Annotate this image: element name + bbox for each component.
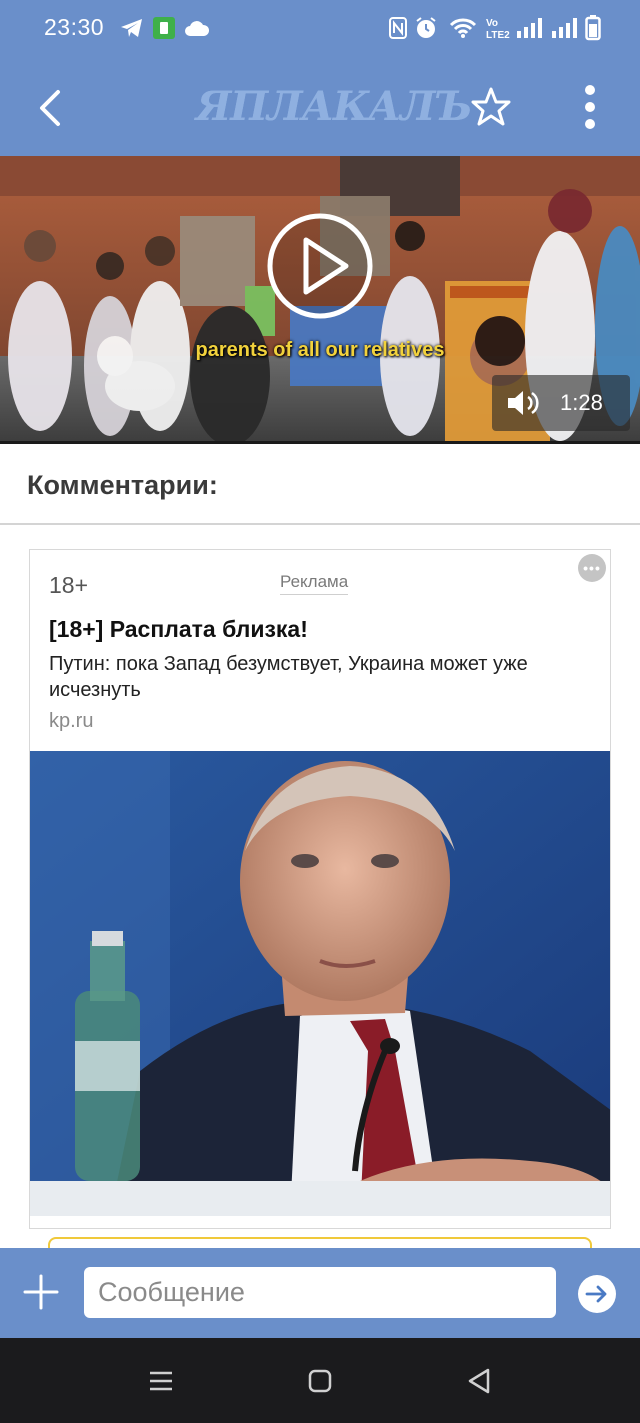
app-header: ЯПЛАКАЛЪ	[0, 58, 640, 156]
system-nav-bar	[0, 1338, 640, 1423]
star-icon[interactable]	[470, 86, 512, 128]
plus-icon[interactable]	[22, 1273, 60, 1311]
video-duration: 1:28	[560, 390, 603, 415]
battery-icon	[585, 12, 601, 44]
status-time: 23:30	[44, 14, 105, 40]
app-notification-icon	[152, 12, 176, 44]
wifi-icon	[449, 12, 477, 44]
ad-domain[interactable]: kp.ru	[49, 710, 93, 733]
message-input[interactable]	[84, 1267, 556, 1318]
status-bar: 23:30 Vo LTE2	[0, 0, 640, 58]
video-subtitle: parents of all our relatives	[195, 339, 445, 361]
home-icon[interactable]	[305, 1366, 335, 1396]
comments-heading: Комментарии:	[27, 470, 218, 500]
ad-label[interactable]: Реклама	[280, 572, 349, 595]
ad-text[interactable]: Путин: пока Запад безумствует, Украина м…	[49, 651, 589, 703]
cloud-icon	[184, 12, 210, 44]
send-icon[interactable]	[578, 1275, 616, 1313]
telegram-icon	[120, 12, 144, 44]
svg-text:Vo: Vo	[486, 18, 498, 29]
volte-icon: Vo LTE2	[485, 12, 511, 44]
age-rating: 18+	[49, 572, 89, 598]
divider	[0, 523, 640, 525]
ad-image[interactable]	[30, 751, 610, 1216]
ad-title[interactable]: [18+] Расплата близка!	[49, 616, 308, 643]
signal-icon-2	[551, 12, 581, 44]
back-arrow-icon[interactable]	[32, 88, 68, 128]
play-icon[interactable]	[266, 212, 374, 320]
ad-card[interactable]: 18+ Реклама ••• [18+] Расплата близка! П…	[29, 549, 611, 1229]
more-vertical-icon[interactable]	[578, 84, 602, 130]
message-bar	[0, 1248, 640, 1338]
menu-icon[interactable]	[146, 1366, 176, 1396]
video-controls[interactable]: 1:28	[492, 375, 630, 431]
more-horizontal-icon[interactable]: •••	[578, 554, 606, 582]
signal-icon	[516, 12, 546, 44]
volume-icon[interactable]	[506, 389, 540, 417]
video-player[interactable]: parents of all our relatives 1:28	[0, 156, 640, 444]
nfc-icon	[389, 12, 407, 44]
svg-text:LTE2: LTE2	[486, 30, 510, 40]
site-logo[interactable]: ЯПЛАКАЛЪ	[196, 83, 473, 130]
back-icon[interactable]	[464, 1366, 494, 1396]
alarm-icon	[414, 12, 438, 44]
